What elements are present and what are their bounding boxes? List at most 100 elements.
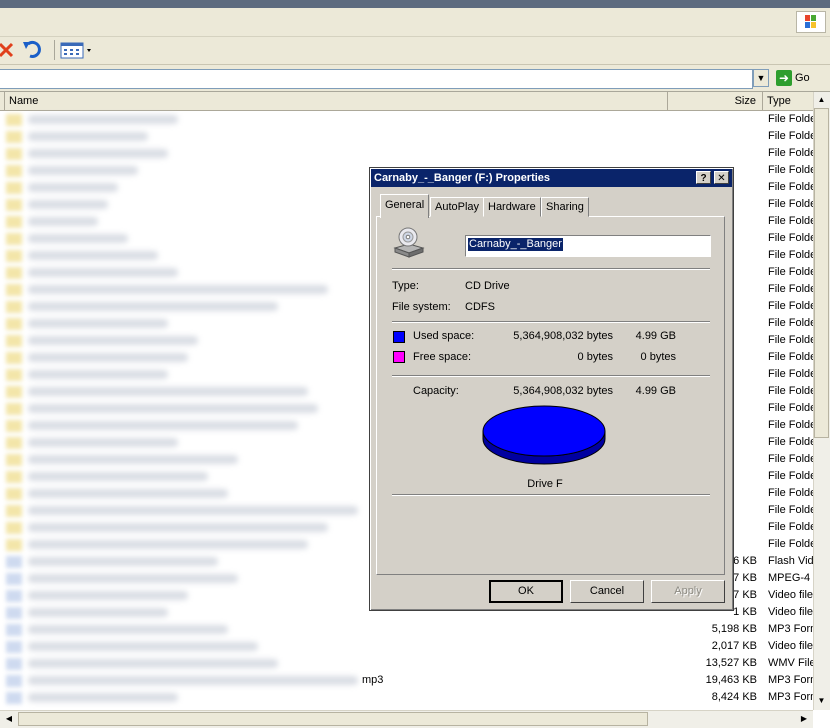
type-label: Type: [392, 280, 419, 292]
scroll-right-arrow-icon[interactable]: ▶ [797, 712, 811, 726]
folder-name-obscured [28, 506, 358, 515]
folder-name-obscured [28, 455, 238, 464]
file-type: File Folde [768, 249, 813, 261]
file-type: File Folde [768, 470, 813, 482]
cd-drive-icon [392, 226, 426, 260]
scroll-up-arrow-icon[interactable]: ▲ [814, 93, 829, 107]
folder-icon [6, 182, 22, 194]
separator [392, 268, 710, 270]
dialog-title: Carnaby_-_Banger (F:) Properties [374, 172, 551, 184]
file-size: 13,527 KB [705, 657, 757, 669]
file-type: File Folde [768, 419, 813, 431]
folder-name-obscured [28, 540, 308, 549]
folder-row[interactable]: File Folde [0, 128, 813, 145]
file-icon [6, 556, 22, 568]
folder-name-obscured [28, 149, 168, 158]
file-row[interactable]: 19,463 KB MP3 Form mp3 [0, 672, 813, 689]
tab-sharing[interactable]: Sharing [541, 197, 589, 217]
folder-icon [6, 318, 22, 330]
folder-name-obscured [28, 132, 148, 141]
column-header-size[interactable]: Size [668, 92, 763, 110]
file-name-obscured [28, 642, 258, 651]
views-icon[interactable] [60, 41, 94, 59]
used-space-label: Used space: [413, 330, 475, 342]
file-type: Video file [768, 606, 813, 618]
folder-icon [6, 403, 22, 415]
pie-used-slice [482, 405, 606, 457]
toolbar-separator [54, 40, 55, 60]
ok-button[interactable]: OK [489, 580, 563, 603]
dialog-title-bar[interactable]: Carnaby_-_Banger (F:) Properties [371, 169, 732, 187]
scroll-down-arrow-icon[interactable]: ▼ [814, 694, 829, 708]
folder-name-obscured [28, 183, 118, 192]
apply-button[interactable]: Apply [651, 580, 725, 603]
file-type: File Folde [768, 164, 813, 176]
tab-hardware[interactable]: Hardware [483, 197, 541, 217]
horizontal-scroll-thumb[interactable] [18, 712, 648, 726]
file-type: File Folde [768, 198, 813, 210]
tab-autoplay[interactable]: AutoPlay [430, 197, 485, 217]
file-row[interactable]: 13,527 KB WMV File [0, 655, 813, 672]
file-type: File Folde [768, 504, 813, 516]
folder-row[interactable]: File Folde [0, 111, 813, 128]
file-row[interactable]: 8,424 KB MP3 Form [0, 689, 813, 706]
go-label: Go [795, 72, 810, 84]
separator [392, 321, 710, 323]
folder-icon [6, 437, 22, 449]
file-name-obscured [28, 659, 278, 668]
separator [392, 375, 710, 377]
file-type: MPEG-4 v [768, 572, 813, 584]
file-system-label: File system: [392, 301, 451, 313]
cancel-button[interactable]: Cancel [570, 580, 644, 603]
file-row[interactable]: 5,198 KB MP3 Form [0, 621, 813, 638]
undo-icon[interactable] [22, 40, 44, 60]
tab-general[interactable]: General [380, 194, 430, 218]
close-button[interactable]: ✕ [714, 171, 729, 184]
folder-name-obscured [28, 115, 178, 124]
disk-usage-pie-chart [482, 405, 606, 465]
column-header-name[interactable]: Name [4, 92, 668, 110]
folder-icon [6, 386, 22, 398]
folder-name-obscured [28, 234, 128, 243]
folder-name-obscured [28, 268, 178, 277]
folder-icon [6, 131, 22, 143]
scroll-left-arrow-icon[interactable]: ◀ [2, 712, 16, 726]
capacity-label: Capacity: [413, 385, 459, 397]
free-space-gb: 0 bytes [640, 351, 676, 363]
file-icon [6, 692, 22, 704]
menu-bar [0, 8, 830, 37]
folder-icon [6, 352, 22, 364]
go-arrow-icon: ➜ [776, 70, 792, 86]
address-dropdown-button[interactable]: ▼ [753, 69, 769, 87]
folder-icon [6, 114, 22, 126]
file-type: MP3 Form [768, 674, 813, 686]
folder-icon [6, 471, 22, 483]
folder-name-obscured [28, 370, 168, 379]
volume-label-text: Carnaby_-_Banger [468, 238, 563, 251]
folder-icon [6, 165, 22, 177]
delete-icon[interactable] [0, 41, 16, 59]
folder-icon [6, 335, 22, 347]
go-button[interactable]: ➜ Go [776, 68, 818, 88]
folder-name-obscured [28, 421, 298, 430]
file-type: File Folde [768, 181, 813, 193]
folder-name-obscured [28, 302, 278, 311]
file-type: File Folde [768, 147, 813, 159]
file-name-obscured [28, 591, 188, 600]
help-button[interactable]: ? [696, 171, 711, 184]
vertical-scroll-thumb[interactable] [814, 108, 829, 438]
file-row[interactable]: 2,017 KB Video file [0, 638, 813, 655]
folder-row[interactable]: File Folde [0, 145, 813, 162]
address-input[interactable] [0, 69, 753, 89]
file-type: File Folde [768, 402, 813, 414]
folder-name-obscured [28, 217, 98, 226]
folder-icon [6, 369, 22, 381]
folder-name-obscured [28, 404, 318, 413]
file-name-obscured [28, 557, 218, 566]
folder-icon [6, 505, 22, 517]
file-icon [6, 573, 22, 585]
column-header-type[interactable]: Type [763, 92, 813, 110]
folder-name-obscured [28, 285, 328, 294]
folder-name-obscured [28, 489, 228, 498]
folder-name-obscured [28, 251, 158, 260]
